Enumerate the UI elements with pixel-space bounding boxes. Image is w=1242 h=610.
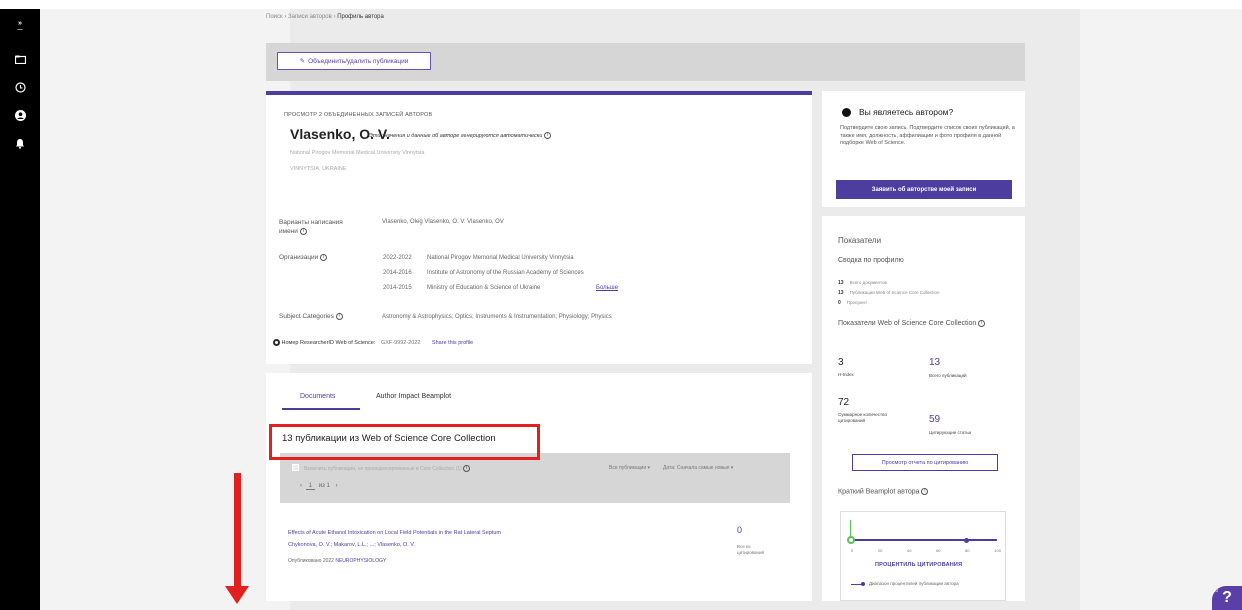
metrics-card: Показатели Сводка по профилю 13 Всего док… [822,216,1025,601]
merged-records-kicker: ПРОСМОТР 2 ОБЪЕДИНЕННЫХ ЗАПИСЕЙ АВТОРОВ [284,112,433,118]
history-icon[interactable] [12,79,28,95]
summary-preprints: 0 Препринт [838,300,868,306]
beamplot-legend: Диапазон процентилей публикации автора [851,581,979,587]
help-notification-badge: 10 [1213,588,1219,593]
metrics-title: Показатели [838,236,882,245]
name-variants-label: Варианты написания имени i [279,219,343,235]
include-non-indexed-checkbox[interactable] [292,464,299,471]
organizations-label: Организации i [279,254,328,261]
primary-organization: National Pirogov Memorial Medical Univer… [290,150,425,156]
org-years-1: 2022-2022 [383,255,412,261]
merge-publications-button[interactable]: ✎ Объединить/удалить публикации [277,52,431,70]
subject-categories: Astronomy & Astrophysics; Optics; Instru… [382,314,612,320]
wos-metrics-title: Показатели Web of Science Core Collectio… [838,319,988,329]
info-icon[interactable]: i [299,227,307,235]
claim-authorship-button[interactable]: Заявить об авторстве моей записи [836,180,1012,199]
org-name-3: Ministry of Education & Science of Ukrai… [427,285,541,291]
publication-journal[interactable]: NEUROPHYSIOLOGY [335,558,386,564]
researcher-id-row: Номер ResearcherID Web of Science: GXF-9… [273,339,473,346]
org-name-1: National Pirogov Memorial Medical Univer… [427,255,574,261]
pagination: ‹ 1 из 1 › [300,483,337,490]
beamplot-xlabel: ПРОЦЕНТИЛЬ ЦИТИРОВАНИЯ [875,562,963,568]
active-tab-indicator [282,408,360,410]
account-icon[interactable] [12,107,28,123]
citing-articles-value[interactable]: 59 [929,414,940,425]
help-icon: ? [1222,589,1232,606]
pencil-icon: ✎ [299,58,306,65]
publication-title-link[interactable]: Effects of Acute Ethanol Intoxication on… [288,530,501,536]
org-years-2: 2014-2016 [383,270,412,276]
legend-line-icon [851,582,865,586]
publications-filter-bar: Включить публикации, не проиндексированн… [280,453,790,503]
author-location: VINNYTSIA, UKRAINE [290,166,347,172]
beamplot-title: Краткий Beamplot автора i [838,488,929,495]
page-number-input[interactable]: 1 [305,483,316,490]
expand-icon[interactable]: » — [12,19,28,35]
publication-citation-label: Все из цитирований [737,544,765,555]
breadcrumb: Поиск › Записи авторов › Профиль автора [266,14,384,20]
total-citations-label: Суммарное количество цитирований [838,412,887,423]
summary-total-documents: 13 Всего документов [838,280,887,286]
author-profile-card: ПРОСМОТР 2 ОБЪЕДИНЕННЫХ ЗАПИСЕЙ АВТОРОВ … [266,91,812,364]
researcherid-icon [273,339,280,346]
next-page-button[interactable]: › [335,483,337,489]
breadcrumb-current: Профиль автора [337,14,384,20]
more-organizations-link[interactable]: Больше [596,285,618,291]
citing-articles-label: Цитирующие статьи [929,430,972,435]
summary-wos-publications: 13 Публикации Web of Science Core Collect… [838,290,940,296]
org-years-3: 2014-2015 [383,285,412,291]
h-index-label: H-Index [838,372,854,377]
person-icon [842,107,851,117]
info-icon[interactable]: i [463,465,471,472]
researcher-id-value: GXF-9992-2022 [380,339,421,346]
subject-categories-label: Subject Categories i [279,313,343,320]
prev-page-button[interactable]: ‹ [300,483,302,489]
claim-title: Вы являетесь автором? [842,107,953,117]
beamplot-range-line [849,539,997,541]
claim-description: Подтвердите свою запись. Подтвердите спи… [840,125,1015,146]
org-name-2: Institute of Astronomy of the Russian Ac… [427,270,584,276]
profile-summary-title: Сводка по профилю [838,257,904,264]
total-citations-value: 72 [838,397,850,408]
info-icon[interactable]: i [921,488,929,495]
h-index-value: 3 [838,357,844,368]
beamplot-median-marker [847,536,855,544]
left-sidebar: » — [0,9,40,610]
breadcrumb-home[interactable]: Поиск [266,14,283,20]
name-variants: Vlasenko, Oleg Vlasenko, O. V. Vlasenko,… [382,219,504,225]
publication-meta: Опубликовано 2022 NEUROPHYSIOLOGY [288,558,387,564]
info-icon[interactable]: i [335,313,343,320]
total-publications-label: Всего публикаций [929,373,967,378]
top-strip [0,0,1242,9]
sort-select[interactable]: Дата: Сначала самые новые ▾ [663,465,733,471]
beamplot-summary[interactable]: 0 20 40 60 80 100 ПРОЦЕНТИЛЬ ЦИТИРОВАНИЯ… [840,511,1006,601]
annotation-arrow-head [225,586,249,604]
tab-documents[interactable]: Documents [300,393,335,400]
page-total: из 1 [318,483,330,489]
highlight-box [269,424,540,460]
total-publications-value[interactable]: 13 [929,357,940,368]
bell-icon[interactable] [12,135,28,151]
info-icon[interactable]: i [543,132,551,139]
auto-generated-note: Эти значения и данные об авторе генериру… [369,132,551,139]
beamplot-ticks: 0 20 40 60 80 100 [851,548,1001,553]
beamplot-range-end [964,537,969,543]
publication-authors[interactable]: Chykonova, O. V.; Makarov, L.L.; ...; Vl… [288,542,415,548]
publication-citation-count[interactable]: 0 [737,525,742,535]
claim-profile-card: Вы являетесь автором? Подтвердите свою з… [822,91,1025,207]
annotation-arrow-shaft [234,473,241,591]
publication-type-select[interactable]: Все публикации ▾ [609,465,650,471]
info-icon[interactable]: i [320,254,328,261]
documents-card: Documents Author Impact Beamplot 13 публ… [266,373,812,601]
folder-icon[interactable] [12,51,28,67]
citation-report-button[interactable]: Просмотр отчета по цитированию [852,454,998,471]
breadcrumb-author-records[interactable]: Записи авторов [288,14,332,20]
tab-author-impact-beamplot[interactable]: Author Impact Beamplot [376,393,451,400]
info-icon[interactable]: i [978,319,986,327]
share-profile-link[interactable]: Share this profile [432,340,473,346]
include-non-indexed-label: Включить публикации, не проиндексированн… [304,465,471,472]
